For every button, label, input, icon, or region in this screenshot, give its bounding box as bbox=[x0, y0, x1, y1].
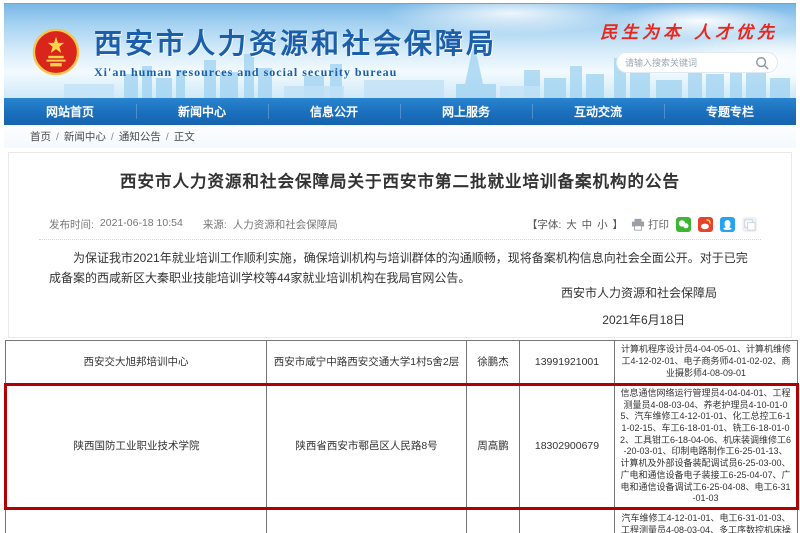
institution-name-cell: 陕西国防工业职业技术学院 bbox=[6, 385, 267, 509]
search-input[interactable] bbox=[625, 58, 755, 68]
phone-cell: 18302900679 bbox=[520, 385, 615, 509]
font-size-large-button[interactable]: 大 bbox=[566, 219, 577, 231]
more-share-icon[interactable] bbox=[742, 217, 757, 232]
font-size-small-button[interactable]: 小 bbox=[597, 219, 608, 231]
main-nav: 网站首页新闻中心信息公开网上服务互动交流专题专栏 bbox=[4, 98, 796, 125]
nav-item[interactable]: 专题专栏 bbox=[664, 98, 796, 125]
phone-cell: 13991921001 bbox=[520, 341, 615, 385]
search-box bbox=[616, 52, 778, 73]
site-banner: 西安市人力资源和社会保障局 Xi'an human resources and … bbox=[4, 3, 796, 98]
site-title: 西安市人力资源和社会保障局 bbox=[94, 22, 497, 62]
national-emblem-icon bbox=[32, 28, 80, 76]
table-row-highlighted: 陕西国防工业职业技术学院陕西省西安市鄠邑区人民路8号周高鹏18302900679… bbox=[6, 385, 798, 509]
print-label: 打印 bbox=[648, 217, 669, 232]
occupations-cell: 计算机程序设计员4-04-05-01、计算机维修工4-12-02-01、电子商务… bbox=[615, 341, 798, 385]
slogan-text: 民生为本 人才优先 bbox=[600, 18, 778, 43]
page: 西安市人力资源和社会保障局 Xi'an human resources and … bbox=[0, 0, 800, 533]
breadcrumb-item[interactable]: 通知公告 bbox=[119, 129, 161, 144]
nav-item[interactable]: 互动交流 bbox=[532, 98, 664, 125]
article-meta: 发布时间: 2021-06-18 10:54 来源: 人力资源和社会保障局 【字… bbox=[49, 215, 757, 233]
weibo-share-icon[interactable] bbox=[698, 217, 713, 232]
publish-label: 发布时间: bbox=[49, 217, 94, 232]
publish-time: 2021-06-18 10:54 bbox=[100, 217, 183, 232]
address-cell: 陕西省西安市鄠邑区人民路8号 bbox=[267, 385, 467, 509]
phone-cell: 15029296565 bbox=[520, 508, 615, 533]
source-label: 来源: bbox=[203, 217, 227, 232]
site-subtitle: Xi'an human resources and social securit… bbox=[94, 65, 497, 80]
occupations-cell: 汽车维修工4-12-01-01、电工6-31-01-03、工程测量员4-08-0… bbox=[615, 508, 798, 533]
font-control-suffix: 】 bbox=[613, 219, 624, 231]
institution-name-cell: 西安交大旭邦培训中心 bbox=[6, 341, 267, 385]
occupations-cell: 信息通信网络运行管理员4-04-04-01、工程测量员4-08-03-04、养老… bbox=[615, 385, 798, 509]
table-row: 西安交大旭邦培训中心西安市咸宁中路西安交通大学1村5舍2层徐鹏杰13991921… bbox=[6, 341, 798, 385]
address-cell: 陕西省西安市临潼区秦王一路1号 bbox=[267, 508, 467, 533]
article-panel: 西安市人力资源和社会保障局关于西安市第二批就业培训备案机构的公告 发布时间: 2… bbox=[8, 152, 792, 338]
qq-share-icon[interactable] bbox=[720, 217, 735, 232]
institutions-table-body: 西安交大旭邦培训中心西安市咸宁中路西安交通大学1村5舍2层徐鹏杰13991921… bbox=[6, 341, 798, 533]
nav-item[interactable]: 信息公开 bbox=[268, 98, 400, 125]
font-size-control: 【字体: 大 中 小 】 bbox=[526, 217, 624, 232]
nav-item[interactable]: 新闻中心 bbox=[136, 98, 268, 125]
nav-item[interactable]: 网站首页 bbox=[4, 98, 136, 125]
breadcrumb-item[interactable]: 首页 bbox=[30, 129, 51, 144]
search-icon[interactable] bbox=[755, 56, 769, 70]
meta-right: 【字体: 大 中 小 】 打印 bbox=[526, 217, 757, 232]
table-row: 西安汽车职业大学陕西省西安市临潼区秦王一路1号高奇15029296565汽车维修… bbox=[6, 508, 798, 533]
article-date: 2021年6月18日 bbox=[602, 311, 685, 328]
nav-item[interactable]: 网上服务 bbox=[400, 98, 532, 125]
breadcrumb-separator: / bbox=[166, 131, 169, 143]
printer-icon bbox=[631, 218, 645, 231]
source-value: 人力资源和社会保障局 bbox=[233, 217, 338, 232]
print-button[interactable]: 打印 bbox=[631, 217, 669, 232]
wechat-share-icon[interactable] bbox=[676, 217, 691, 232]
institution-name-cell: 西安汽车职业大学 bbox=[6, 508, 267, 533]
font-control-prefix: 【字体: bbox=[527, 219, 561, 231]
breadcrumb-separator: / bbox=[111, 131, 114, 143]
contact-cell: 徐鹏杰 bbox=[467, 341, 520, 385]
contact-cell: 高奇 bbox=[467, 508, 520, 533]
article-signature: 西安市人力资源和社会保障局 bbox=[561, 284, 717, 301]
site-logo[interactable]: 西安市人力资源和社会保障局 Xi'an human resources and … bbox=[32, 22, 497, 80]
address-cell: 西安市咸宁中路西安交通大学1村5舍2层 bbox=[267, 341, 467, 385]
contact-cell: 周高鹏 bbox=[467, 385, 520, 509]
breadcrumb-separator: / bbox=[56, 131, 59, 143]
institutions-table: 西安交大旭邦培训中心西安市咸宁中路西安交通大学1村5舍2层徐鹏杰13991921… bbox=[4, 340, 799, 533]
breadcrumb-item[interactable]: 新闻中心 bbox=[64, 129, 106, 144]
breadcrumb: 首页 / 新闻中心 / 通知公告 / 正文 bbox=[4, 125, 796, 148]
article-body: 为保证我市2021年就业培训工作顺利实施，确保培训机构与培训群体的沟通顺畅，现将… bbox=[49, 249, 753, 289]
font-size-medium-button[interactable]: 中 bbox=[582, 219, 593, 231]
meta-left: 发布时间: 2021-06-18 10:54 来源: 人力资源和社会保障局 bbox=[49, 217, 338, 232]
breadcrumb-item[interactable]: 正文 bbox=[174, 129, 195, 144]
meta-divider bbox=[39, 239, 761, 240]
page-title: 西安市人力资源和社会保障局关于西安市第二批就业培训备案机构的公告 bbox=[9, 168, 791, 192]
